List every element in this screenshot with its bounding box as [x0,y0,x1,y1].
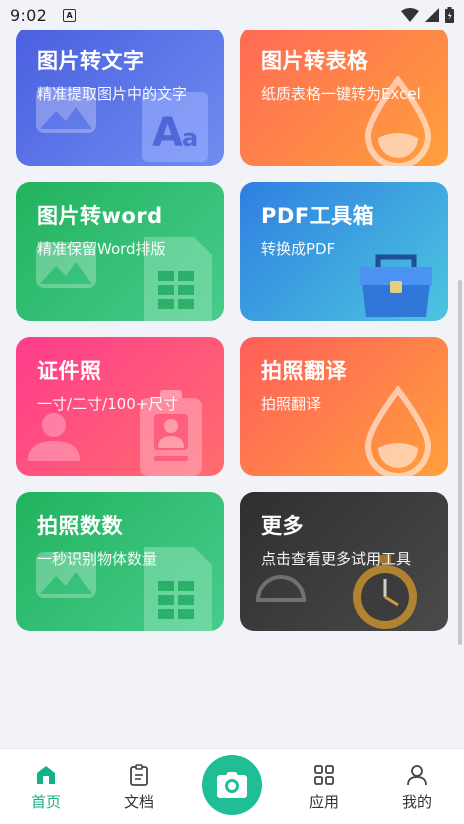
bottom-tab-bar: 首页 文档 应用 我的 [0,748,464,824]
signal-icon [425,8,439,22]
card-title: 图片转文字 [37,49,145,73]
clipboard-icon [130,764,148,786]
notification-a-icon: A [63,8,77,22]
svg-text:a: a [182,124,198,152]
home-icon [37,766,55,784]
card-image-to-word[interactable]: 图片转word 精准保留Word排版 [16,182,224,321]
status-icons [401,7,454,23]
card-title: 图片转表格 [261,49,369,73]
card-pdf-toolbox[interactable]: PDF工具箱 转换成PDF [240,182,448,321]
camera-icon [217,772,247,798]
card-desc: 点击查看更多试用工具 [261,550,412,568]
grid-apps-icon [314,765,334,785]
card-photo-translate[interactable]: 拍照翻译 拍照翻译 [240,337,448,476]
svg-text:A: A [152,110,183,156]
card-more[interactable]: 更多 点击查看更多试用工具 [240,492,448,631]
card-desc: 一秒识别物体数量 [37,550,158,568]
status-bar: 9:02 A [0,0,464,30]
tab-home[interactable]: 首页 [16,763,76,812]
battery-icon [445,7,454,23]
toolbox-icon [360,254,432,317]
tool-grid[interactable]: Aa 图片转文字 精准提取图片中的文字 图片转表格 纸质表格一键转为Excel … [0,30,464,748]
card-title: 证件照 [37,359,102,383]
tab-apps[interactable]: 应用 [294,763,354,812]
camera-button[interactable] [202,755,262,815]
status-time: 9:02 [10,5,48,25]
card-image-to-text[interactable]: Aa 图片转文字 精准提取图片中的文字 [16,30,224,166]
tab-label: 我的 [401,793,432,811]
card-desc: 精准保留Word排版 [37,240,166,258]
card-id-photo[interactable]: 证件照 一寸/二寸/100+尺寸 [16,337,224,476]
tab-label: 首页 [30,793,61,811]
card-title: 更多 [261,514,304,538]
wifi-icon [401,8,419,22]
card-desc: 转换成PDF [261,240,336,258]
tab-documents[interactable]: 文档 [109,763,169,812]
card-title: 拍照数数 [37,514,123,538]
card-title: 拍照翻译 [261,359,347,383]
card-title: 图片转word [37,204,163,228]
tab-label: 应用 [308,793,339,811]
person-icon [28,413,80,461]
tab-label: 文档 [123,793,154,811]
card-photo-count[interactable]: 拍照数数 一秒识别物体数量 [16,492,224,631]
card-title: PDF工具箱 [261,204,375,228]
card-desc: 纸质表格一键转为Excel [261,85,421,103]
card-desc: 一寸/二寸/100+尺寸 [37,395,179,413]
card-desc: 精准提取图片中的文字 [37,85,188,103]
user-icon [407,765,427,786]
scrollbar[interactable] [458,280,462,645]
card-desc: 拍照翻译 [261,395,322,413]
card-image-to-table[interactable]: 图片转表格 纸质表格一键转为Excel [240,30,448,166]
tab-mine[interactable]: 我的 [387,763,447,812]
